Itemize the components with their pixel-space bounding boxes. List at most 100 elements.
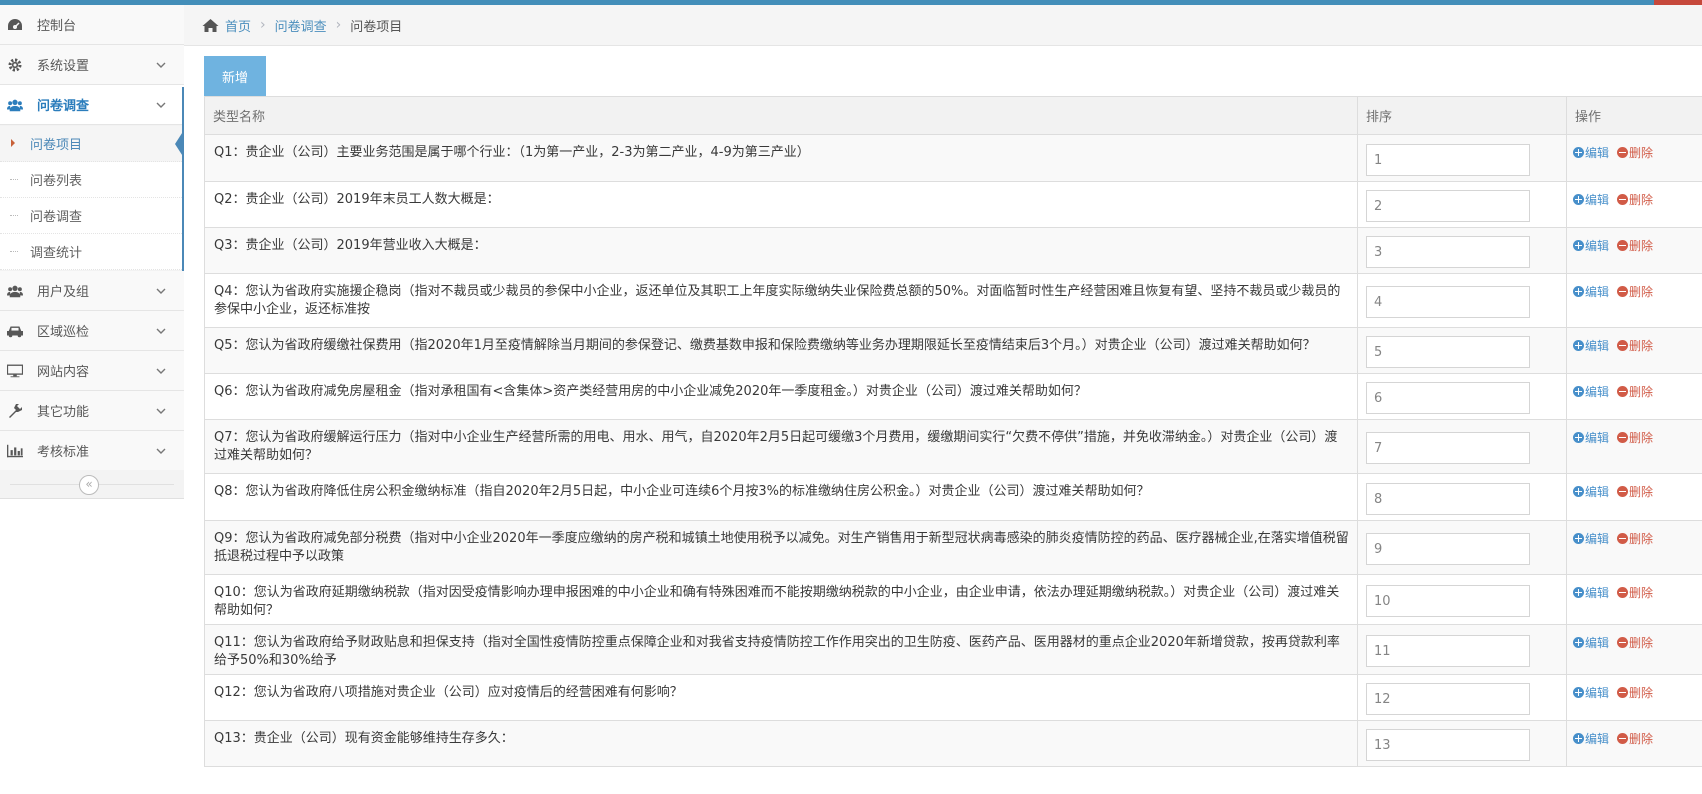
- delete-link[interactable]: 删除: [1617, 584, 1653, 601]
- delete-label: 删除: [1629, 586, 1654, 600]
- chevron-down-icon: [156, 448, 166, 454]
- home-icon: [202, 18, 219, 32]
- chevron-down-icon: [156, 102, 166, 108]
- delete-link[interactable]: 删除: [1617, 237, 1653, 254]
- edit-link[interactable]: 编辑: [1573, 730, 1609, 747]
- caret-right-icon: [11, 139, 15, 147]
- sidebar-item-label: 用户及组: [37, 285, 90, 300]
- sort-order-input[interactable]: [1366, 382, 1530, 414]
- table-row: Q7：您认为省政府缓解运行压力（指对中小企业生产经营所需的用电、用水、用气，自2…: [204, 420, 1702, 474]
- delete-link[interactable]: 删除: [1617, 429, 1653, 446]
- submenu-border: [182, 87, 184, 277]
- delete-link[interactable]: 删除: [1617, 684, 1653, 701]
- delete-link[interactable]: 删除: [1617, 730, 1653, 747]
- minus-circle-icon: [1617, 486, 1629, 497]
- sidebar-item-dashboard[interactable]: 控制台: [0, 5, 184, 45]
- sort-order-input[interactable]: [1366, 432, 1530, 464]
- delete-link[interactable]: 删除: [1617, 191, 1653, 208]
- plus-circle-icon: [1573, 386, 1584, 397]
- sort-order-input[interactable]: [1366, 190, 1530, 222]
- edit-link[interactable]: 编辑: [1573, 584, 1609, 601]
- edit-link[interactable]: 编辑: [1573, 191, 1609, 208]
- minus-circle-icon: [1617, 194, 1629, 205]
- add-button[interactable]: 新增: [204, 56, 266, 97]
- delete-link[interactable]: 删除: [1617, 483, 1653, 500]
- sidebar-item-system-settings[interactable]: 系统设置: [0, 45, 184, 85]
- delete-link[interactable]: 删除: [1617, 144, 1653, 161]
- minus-circle-icon: [1617, 687, 1629, 698]
- collapse-sidebar-button[interactable]: «: [79, 475, 99, 495]
- edit-link[interactable]: 编辑: [1573, 144, 1609, 161]
- desktop-icon: [7, 363, 23, 379]
- breadcrumb-survey-link[interactable]: 问卷调查: [275, 16, 327, 35]
- minus-circle-icon: [1617, 637, 1629, 648]
- sort-order-input[interactable]: [1366, 729, 1530, 761]
- sidebar-item-assessment[interactable]: 考核标准: [0, 431, 184, 471]
- row-actions: 编辑 删除: [1573, 383, 1661, 400]
- sidebar-item-users-groups[interactable]: 用户及组: [0, 271, 184, 311]
- sort-order-input[interactable]: [1366, 683, 1530, 715]
- edit-link[interactable]: 编辑: [1573, 237, 1609, 254]
- plus-circle-icon: [1573, 486, 1584, 497]
- submenu-item-survey-items[interactable]: 问卷项目: [0, 126, 184, 162]
- column-header-ops: 操作: [1575, 110, 1602, 125]
- chevron-down-icon: [156, 62, 166, 68]
- row-actions: 编辑 删除: [1573, 530, 1661, 547]
- row-actions: 编辑 删除: [1573, 483, 1661, 500]
- delete-link[interactable]: 删除: [1617, 283, 1653, 300]
- sort-order-input[interactable]: [1366, 236, 1530, 268]
- submenu-item-survey-list[interactable]: 问卷列表: [0, 162, 184, 198]
- row-actions: 编辑 删除: [1573, 191, 1661, 208]
- sort-order-input[interactable]: [1366, 635, 1530, 667]
- edit-link[interactable]: 编辑: [1573, 483, 1609, 500]
- sort-order-input[interactable]: [1366, 144, 1530, 176]
- breadcrumb-current: 问卷项目: [350, 19, 403, 35]
- sort-order-input[interactable]: [1366, 286, 1530, 318]
- delete-label: 删除: [1629, 239, 1654, 253]
- edit-link[interactable]: 编辑: [1573, 283, 1609, 300]
- question-text: Q6：您认为省政府减免房屋租金（指对承租国有<含集体>资产类经营用房的中小企业减…: [214, 384, 1087, 399]
- sort-order-input[interactable]: [1366, 336, 1530, 368]
- breadcrumb-separator: ›: [260, 17, 266, 33]
- delete-link[interactable]: 删除: [1617, 530, 1653, 547]
- minus-circle-icon: [1617, 386, 1629, 397]
- delete-label: 删除: [1629, 431, 1654, 445]
- edit-link[interactable]: 编辑: [1573, 634, 1609, 651]
- row-actions: 编辑 删除: [1573, 337, 1661, 354]
- submenu-item-survey-stats[interactable]: 调查统计: [0, 234, 184, 270]
- minus-circle-icon: [1617, 733, 1629, 744]
- edit-link[interactable]: 编辑: [1573, 429, 1609, 446]
- breadcrumb-home-link[interactable]: 首页: [225, 16, 251, 35]
- table-row: Q4：您认为省政府实施援企稳岗（指对不裁员或少裁员的参保中小企业，返还单位及其职…: [204, 274, 1702, 328]
- delete-link[interactable]: 删除: [1617, 634, 1653, 651]
- table-row: Q10：您认为省政府延期缴纳税款（指对因受疫情影响办理申报困难的中小企业和确有特…: [204, 575, 1702, 625]
- edit-link[interactable]: 编辑: [1573, 530, 1609, 547]
- delete-link[interactable]: 删除: [1617, 337, 1653, 354]
- plus-circle-icon: [1573, 432, 1584, 443]
- edit-label: 编辑: [1585, 686, 1610, 700]
- edit-label: 编辑: [1585, 239, 1610, 253]
- plus-circle-icon: [1573, 533, 1584, 544]
- delete-link[interactable]: 删除: [1617, 383, 1653, 400]
- table-row: Q3：贵企业（公司）2019年营业收入大概是： 编辑 删除: [204, 228, 1702, 274]
- edit-link[interactable]: 编辑: [1573, 337, 1609, 354]
- edit-link[interactable]: 编辑: [1573, 383, 1609, 400]
- edit-label: 编辑: [1585, 193, 1610, 207]
- edit-link[interactable]: 编辑: [1573, 684, 1609, 701]
- sidebar-item-other-functions[interactable]: 其它功能: [0, 391, 184, 431]
- edit-label: 编辑: [1585, 485, 1610, 499]
- sort-order-input[interactable]: [1366, 483, 1530, 515]
- plus-circle-icon: [1573, 240, 1584, 251]
- sort-order-input[interactable]: [1366, 533, 1530, 565]
- table-row: Q12：您认为省政府八项措施对贵企业（公司）应对疫情后的经营困难有何影响？ 编辑 删…: [204, 675, 1702, 721]
- table-row: Q6：您认为省政府减免房屋租金（指对承租国有<含集体>资产类经营用房的中小企业减…: [204, 374, 1702, 420]
- sidebar-item-survey[interactable]: 问卷调查: [0, 85, 184, 125]
- submenu-item-label: 调查统计: [30, 246, 83, 261]
- table-row: Q5：您认为省政府缓缴社保费用（指2020年1月至疫情解除当月期间的参保登记、缴…: [204, 328, 1702, 374]
- sort-order-input[interactable]: [1366, 585, 1530, 617]
- submenu-item-survey[interactable]: 问卷调查: [0, 198, 184, 234]
- car-icon: [7, 323, 23, 339]
- table-row: Q8：您认为省政府降低住房公积金缴纳标准（指自2020年2月5日起，中小企业可连…: [204, 474, 1702, 521]
- sidebar-item-site-content[interactable]: 网站内容: [0, 351, 184, 391]
- sidebar-item-region-patrol[interactable]: 区域巡检: [0, 311, 184, 351]
